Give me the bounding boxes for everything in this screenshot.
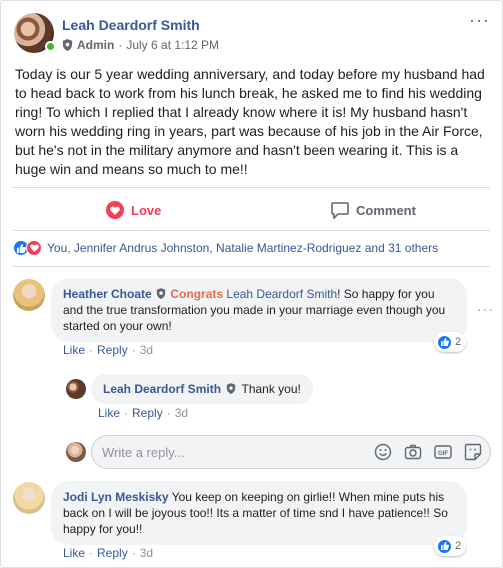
love-button[interactable]: Love bbox=[106, 197, 161, 223]
action-separator: · bbox=[89, 546, 94, 560]
comment-highlight: Congrats bbox=[170, 287, 224, 301]
heart-icon bbox=[106, 201, 124, 219]
action-separator: · bbox=[131, 546, 136, 560]
comment-reaction-count[interactable]: 2 bbox=[434, 536, 467, 556]
like-icon bbox=[437, 538, 452, 554]
comment-more-icon[interactable]: ··· bbox=[477, 301, 494, 317]
composer-icons: GIF bbox=[374, 443, 482, 461]
action-separator: · bbox=[166, 406, 171, 420]
reply-time[interactable]: 3d bbox=[175, 406, 188, 420]
svg-text:GIF: GIF bbox=[438, 451, 448, 457]
reply-composer: GIF bbox=[91, 435, 491, 469]
comment-time[interactable]: 3d bbox=[140, 343, 153, 357]
action-separator: · bbox=[131, 343, 136, 357]
post-date[interactable]: July 6 at 1:12 PM bbox=[126, 38, 219, 52]
emoji-icon[interactable] bbox=[374, 443, 392, 461]
like-link[interactable]: Like bbox=[98, 406, 120, 420]
online-status-icon bbox=[45, 41, 56, 52]
heart-icon bbox=[26, 240, 42, 256]
author-name[interactable]: Leah Deardorf Smith bbox=[62, 17, 200, 33]
comment-actions: Like · Reply · 3d bbox=[63, 343, 153, 357]
meta-separator: · bbox=[118, 38, 123, 52]
current-user-avatar bbox=[66, 442, 86, 462]
love-label: Love bbox=[131, 202, 162, 218]
reply-text: Thank you! bbox=[241, 382, 301, 396]
shield-icon bbox=[62, 39, 73, 51]
post-meta: Admin · July 6 at 1:12 PM bbox=[62, 38, 219, 52]
reactions-summary[interactable]: You, Jennifer Andrus Johnston, Natalie M… bbox=[13, 240, 438, 256]
commenter-avatar[interactable] bbox=[13, 279, 45, 311]
like-link[interactable]: Like bbox=[63, 343, 85, 357]
reply-actions: Like · Reply · 3d bbox=[98, 406, 188, 420]
post-card: Leah Deardorf Smith Admin · July 6 at 1:… bbox=[0, 0, 503, 568]
comment-mention[interactable]: Leah Deardorf Smith bbox=[226, 287, 337, 301]
comment-icon bbox=[331, 201, 349, 219]
shield-icon bbox=[227, 383, 236, 394]
comment-time[interactable]: 3d bbox=[140, 546, 153, 560]
action-separator: · bbox=[124, 406, 129, 420]
comment-bubble: Jodi Lyn Meskisky You keep on keeping on… bbox=[51, 481, 467, 545]
like-icon bbox=[437, 334, 452, 350]
reply-bubble: Leah Deardorf Smith Thank you! bbox=[91, 374, 313, 404]
reply-link[interactable]: Reply bbox=[97, 546, 128, 560]
divider bbox=[13, 266, 490, 267]
gif-icon[interactable]: GIF bbox=[434, 443, 452, 461]
admin-badge: Admin bbox=[77, 38, 115, 52]
camera-icon[interactable] bbox=[404, 443, 422, 461]
reply-author[interactable]: Leah Deardorf Smith bbox=[103, 382, 221, 396]
post-text: Today is our 5 year wedding anniversary,… bbox=[15, 66, 485, 177]
divider bbox=[13, 187, 490, 188]
reply-link[interactable]: Reply bbox=[97, 343, 128, 357]
comment-author[interactable]: Jodi Lyn Meskisky bbox=[63, 490, 169, 504]
comment-button[interactable]: Comment bbox=[331, 197, 416, 223]
shield-icon bbox=[156, 288, 166, 299]
reaction-count: 2 bbox=[455, 336, 462, 348]
comment-actions: Like · Reply · 3d bbox=[63, 546, 153, 560]
action-separator: · bbox=[89, 343, 94, 357]
more-options-icon[interactable]: ··· bbox=[469, 11, 490, 29]
reply-input[interactable] bbox=[102, 443, 372, 461]
reaction-count: 2 bbox=[455, 540, 462, 552]
comment-reaction-count[interactable]: 2 bbox=[434, 332, 467, 352]
comment-author[interactable]: Heather Choate bbox=[63, 287, 152, 301]
comment-bubble: Heather Choate Congrats Leah Deardorf Sm… bbox=[51, 278, 467, 342]
reply-author-avatar[interactable] bbox=[66, 379, 86, 399]
divider bbox=[13, 230, 490, 231]
commenter-avatar[interactable] bbox=[13, 482, 45, 514]
sticker-icon[interactable] bbox=[464, 443, 482, 461]
comment-label: Comment bbox=[356, 202, 416, 218]
reply-link[interactable]: Reply bbox=[132, 406, 163, 420]
like-link[interactable]: Like bbox=[63, 546, 85, 560]
reactions-text: You, Jennifer Andrus Johnston, Natalie M… bbox=[47, 241, 439, 255]
